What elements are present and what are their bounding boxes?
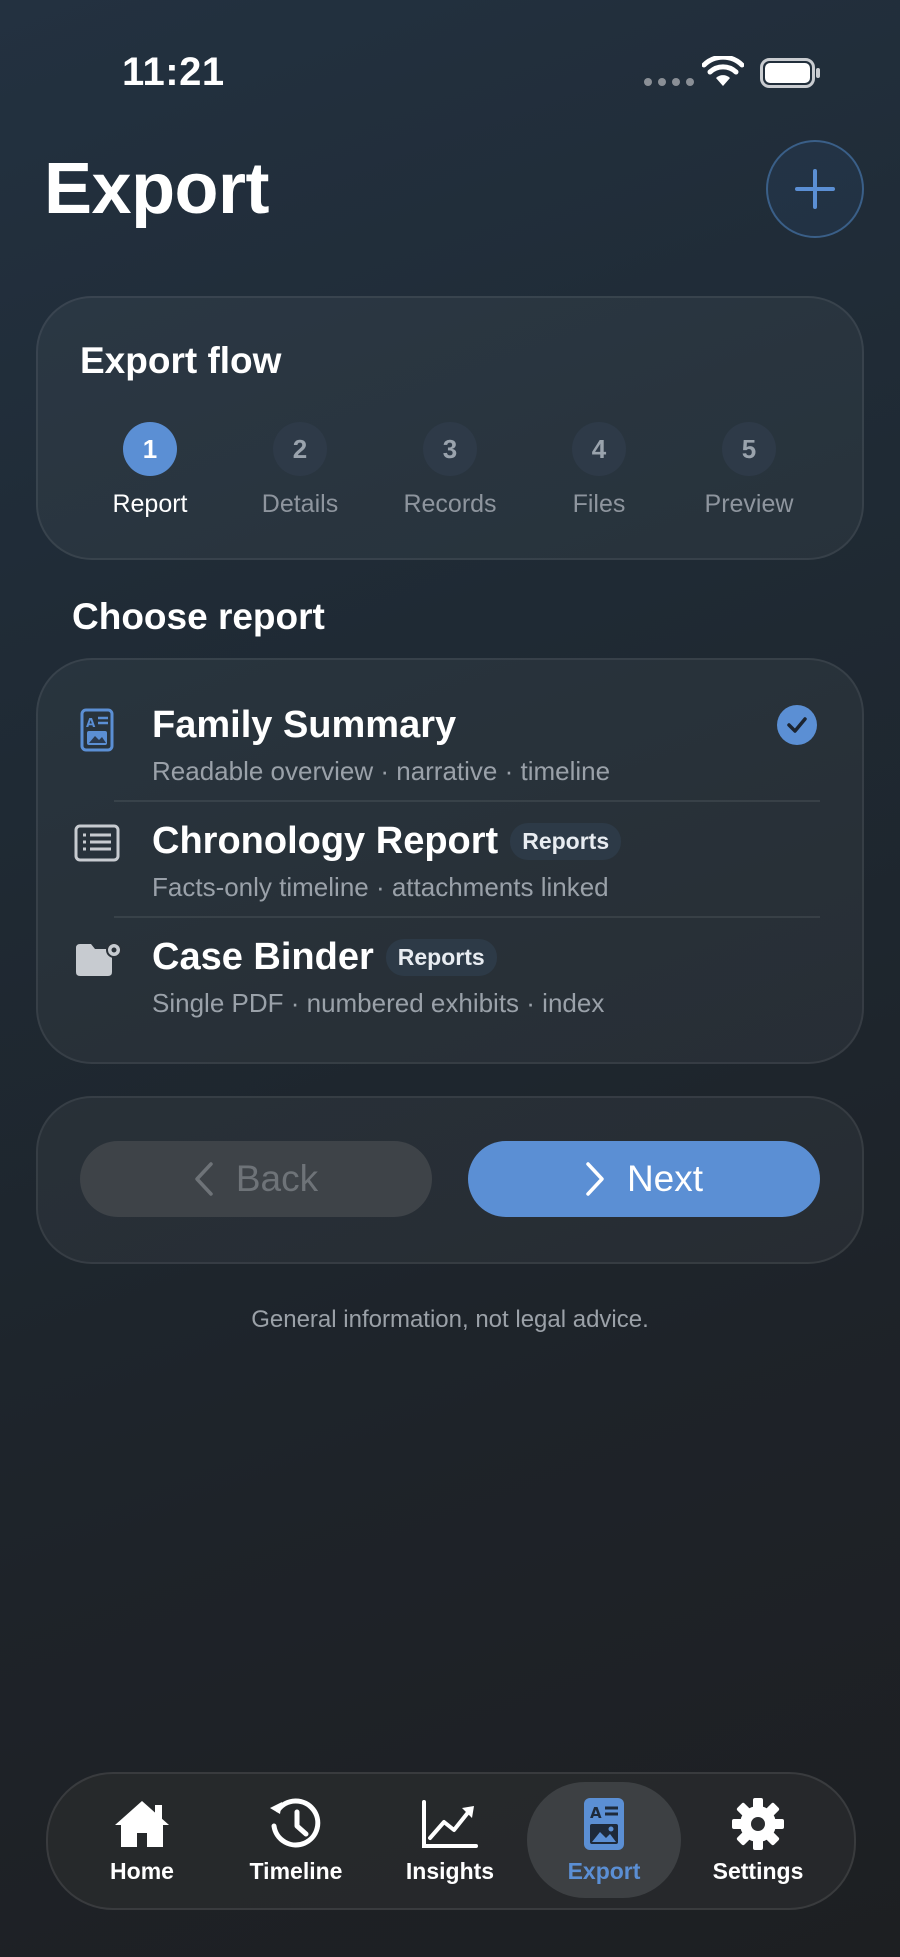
svg-text:A: A <box>86 716 96 730</box>
step-number: 5 <box>722 422 776 476</box>
step-label: Report <box>112 490 188 518</box>
battery-icon <box>760 58 822 93</box>
next-label: Next <box>626 1158 704 1199</box>
step-records[interactable]: 3 Records <box>375 422 525 519</box>
report-name: Family Summary <box>152 704 457 746</box>
chevron-left-icon <box>195 1162 213 1196</box>
add-button[interactable] <box>766 140 864 238</box>
report-subtitle: Readable overview · narrative · timeline <box>152 756 611 786</box>
step-label: Files <box>572 490 626 518</box>
back-label: Back <box>235 1158 319 1199</box>
step-label: Records <box>403 490 497 518</box>
step-number: 2 <box>273 422 327 476</box>
tab-label: Insights <box>405 1858 495 1884</box>
cellular-signal-icon <box>644 78 694 86</box>
document-image-icon: A <box>582 1796 626 1852</box>
step-label: Details <box>261 490 339 518</box>
reports-badge: Reports <box>510 823 622 860</box>
tab-label: Home <box>110 1858 174 1884</box>
step-files[interactable]: 4 Files <box>524 422 674 519</box>
back-button[interactable]: Back <box>80 1141 432 1217</box>
tab-label: Timeline <box>249 1858 343 1884</box>
chart-line-icon <box>420 1796 480 1852</box>
svg-text:A: A <box>590 1804 602 1822</box>
list-text-icon <box>74 824 120 867</box>
tab-insights[interactable]: Insights <box>373 1782 527 1898</box>
status-time: 11:21 <box>122 50 225 94</box>
report-subtitle: Facts-only timeline · attachments linked <box>152 872 609 902</box>
tab-settings[interactable]: Settings <box>681 1782 835 1898</box>
chevron-right-icon <box>586 1162 604 1196</box>
plus-icon <box>795 169 835 209</box>
reports-badge: Reports <box>385 939 497 976</box>
tab-label: Settings <box>712 1858 804 1884</box>
house-icon <box>111 1796 173 1852</box>
page-title: Export <box>44 149 270 229</box>
report-option-chronology-report[interactable]: Chronology Report Reports Facts-only time… <box>74 820 820 930</box>
document-image-icon: A <box>80 708 114 757</box>
report-subtitle: Single PDF · numbered exhibits · index <box>152 988 605 1018</box>
step-number: 3 <box>423 422 477 476</box>
disclaimer-text: General information, not legal advice. <box>251 1306 649 1333</box>
wifi-icon <box>701 54 745 93</box>
clock-history-icon <box>266 1796 326 1852</box>
tab-timeline[interactable]: Timeline <box>219 1782 373 1898</box>
report-name: Case Binder <box>152 936 374 978</box>
report-option-family-summary[interactable]: A Family Summary Readable overview · nar… <box>80 704 820 814</box>
divider <box>114 800 820 802</box>
folder-gear-icon <box>74 940 124 985</box>
step-number: 1 <box>123 422 177 476</box>
step-report[interactable]: 1 Report <box>75 422 225 519</box>
step-details[interactable]: 2 Details <box>225 422 375 519</box>
checkmark-icon <box>777 705 817 745</box>
tab-home[interactable]: Home <box>65 1782 219 1898</box>
step-preview[interactable]: 5 Preview <box>674 422 824 519</box>
tab-label: Export <box>567 1858 641 1884</box>
report-option-case-binder[interactable]: Case Binder Reports Single PDF · numbered… <box>76 936 820 1046</box>
divider <box>114 916 820 918</box>
next-button[interactable]: Next <box>468 1141 820 1217</box>
choose-report-title: Choose report <box>72 596 325 637</box>
step-number: 4 <box>572 422 626 476</box>
step-label: Preview <box>704 490 794 518</box>
gear-icon <box>730 1796 786 1852</box>
export-flow-title: Export flow <box>80 340 282 381</box>
tab-export[interactable]: A Export <box>527 1782 681 1898</box>
report-name: Chronology Report <box>152 820 499 862</box>
